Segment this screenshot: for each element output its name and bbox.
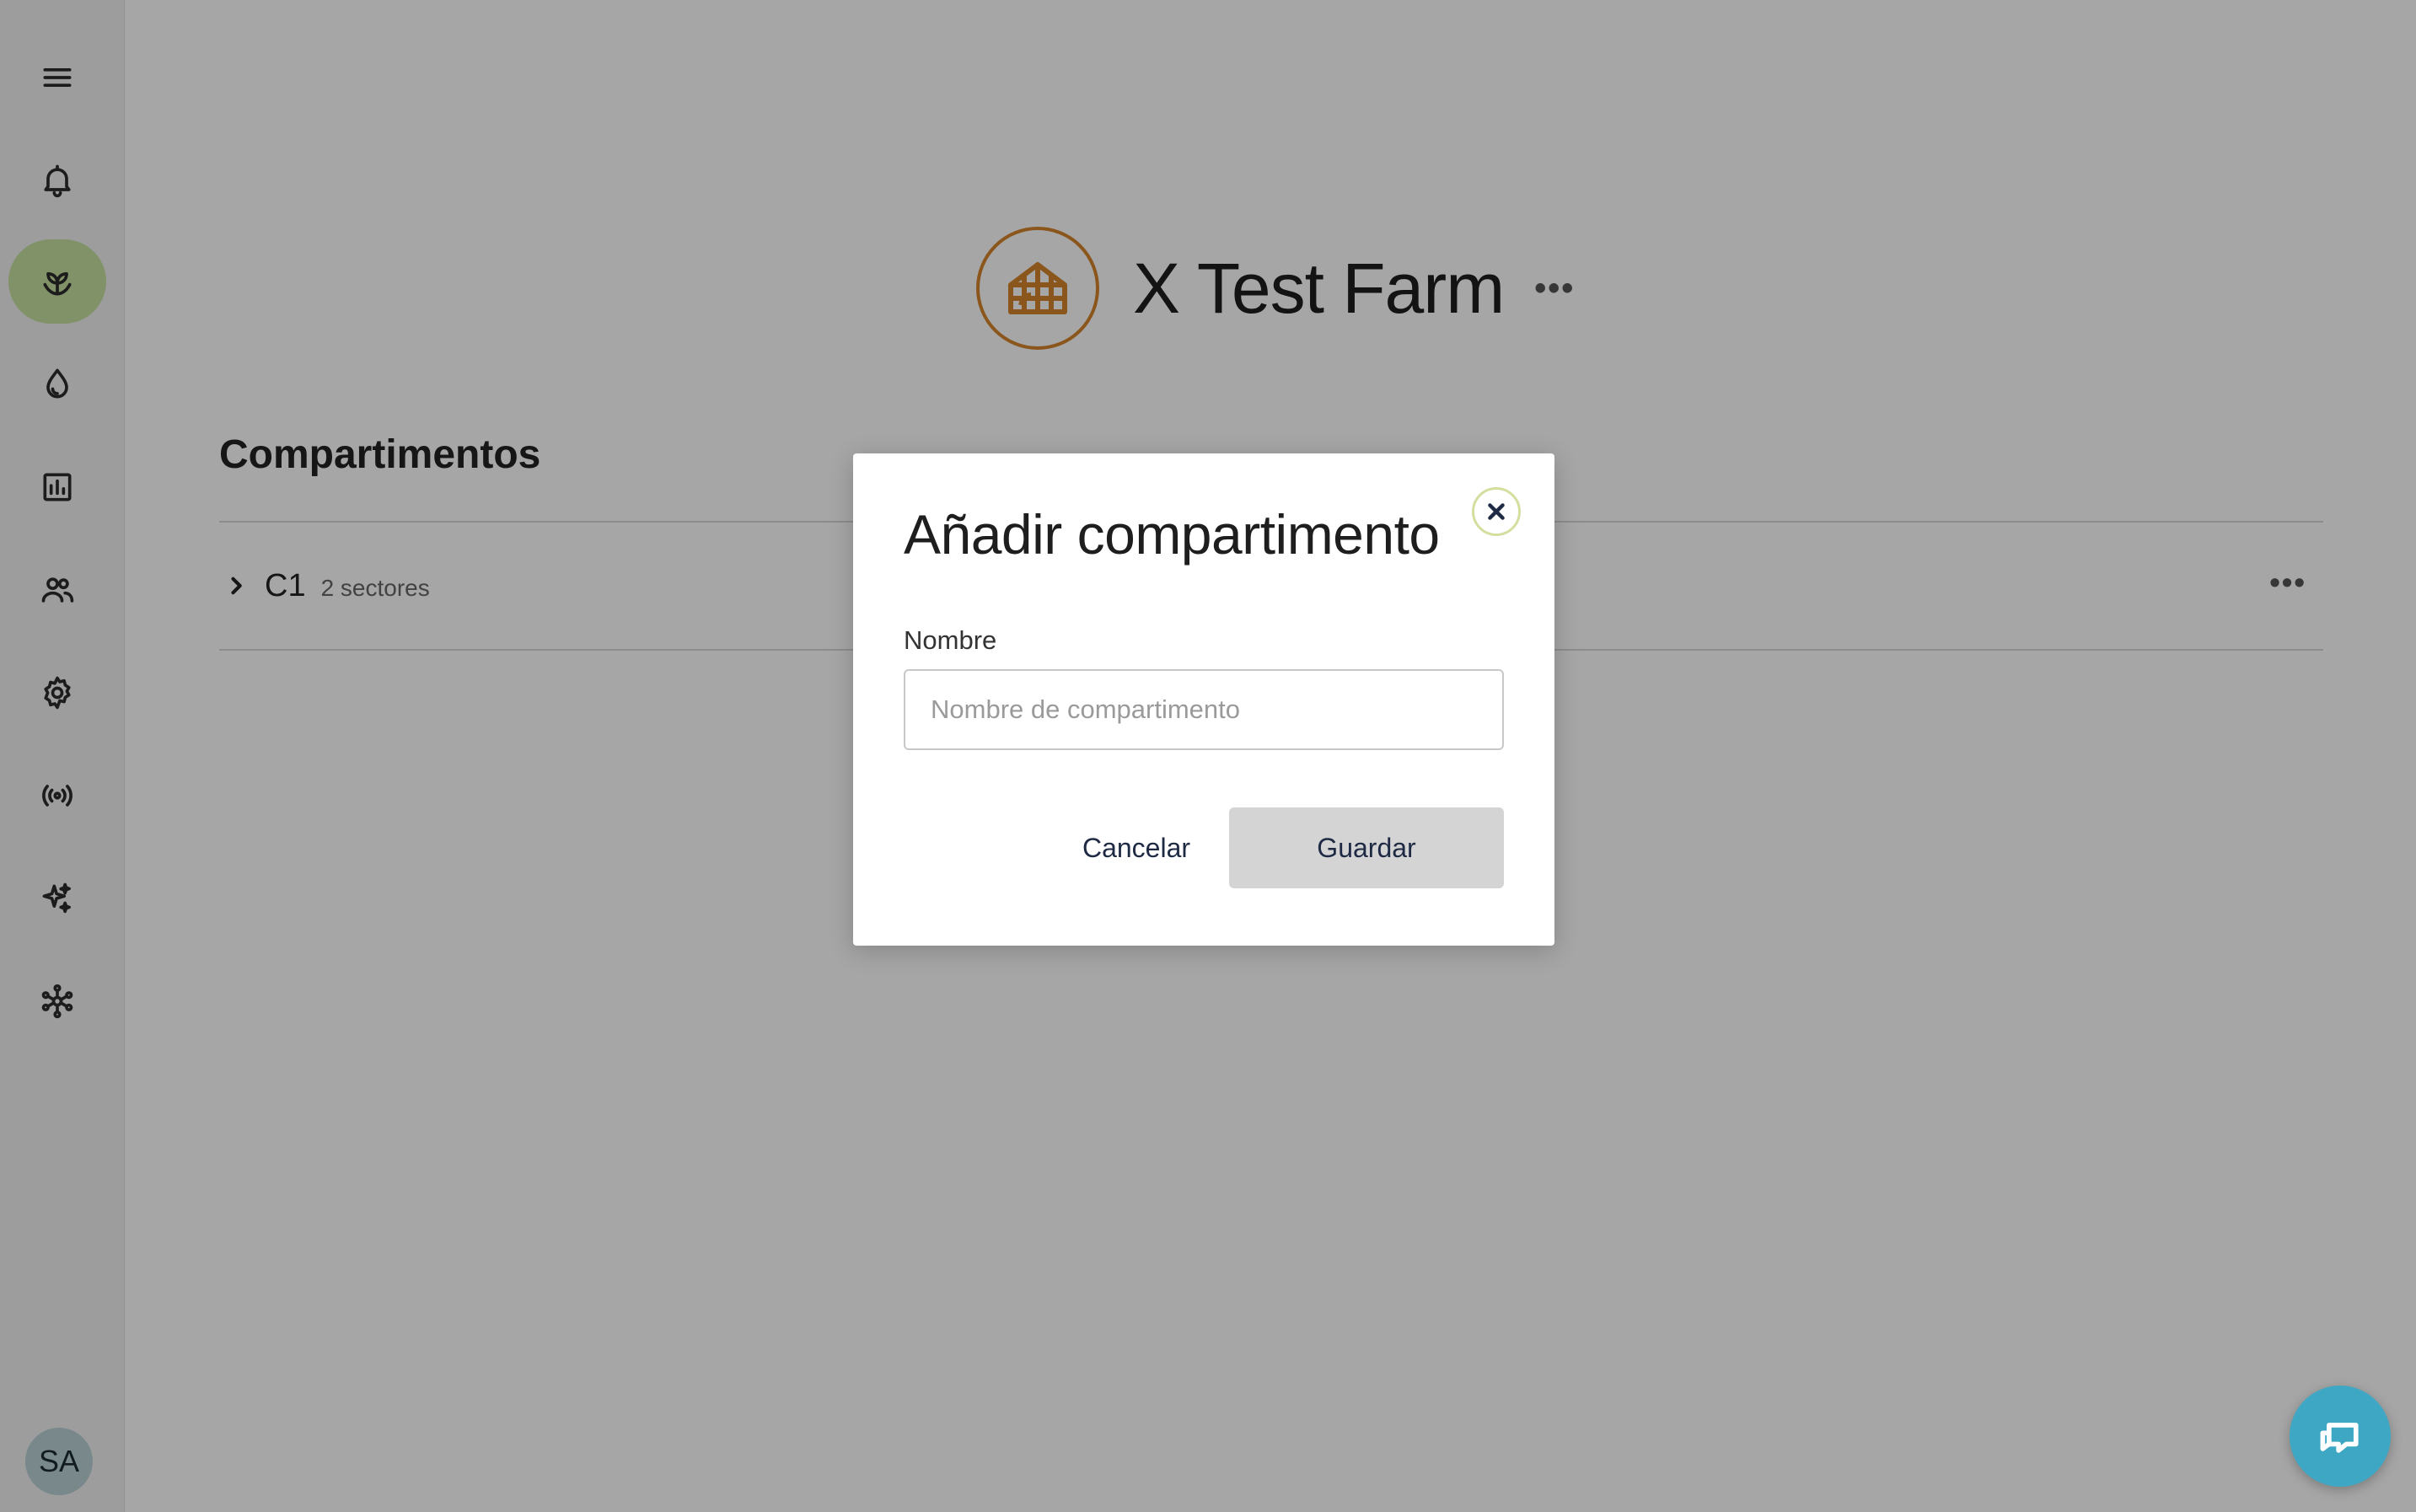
close-button[interactable] <box>1472 487 1521 536</box>
dialog-title: Añadir compartimento <box>904 503 1440 566</box>
close-icon <box>1488 503 1505 520</box>
save-button[interactable]: Guardar <box>1229 807 1504 888</box>
compartment-name-input[interactable] <box>904 669 1504 750</box>
add-compartment-dialog: Añadir compartimento Nombre Cancelar Gua… <box>853 453 1554 946</box>
cancel-button[interactable]: Cancelar <box>1044 807 1229 888</box>
chat-icon <box>2320 1423 2359 1453</box>
name-field-label: Nombre <box>904 625 997 655</box>
chat-button[interactable] <box>2290 1386 2391 1487</box>
